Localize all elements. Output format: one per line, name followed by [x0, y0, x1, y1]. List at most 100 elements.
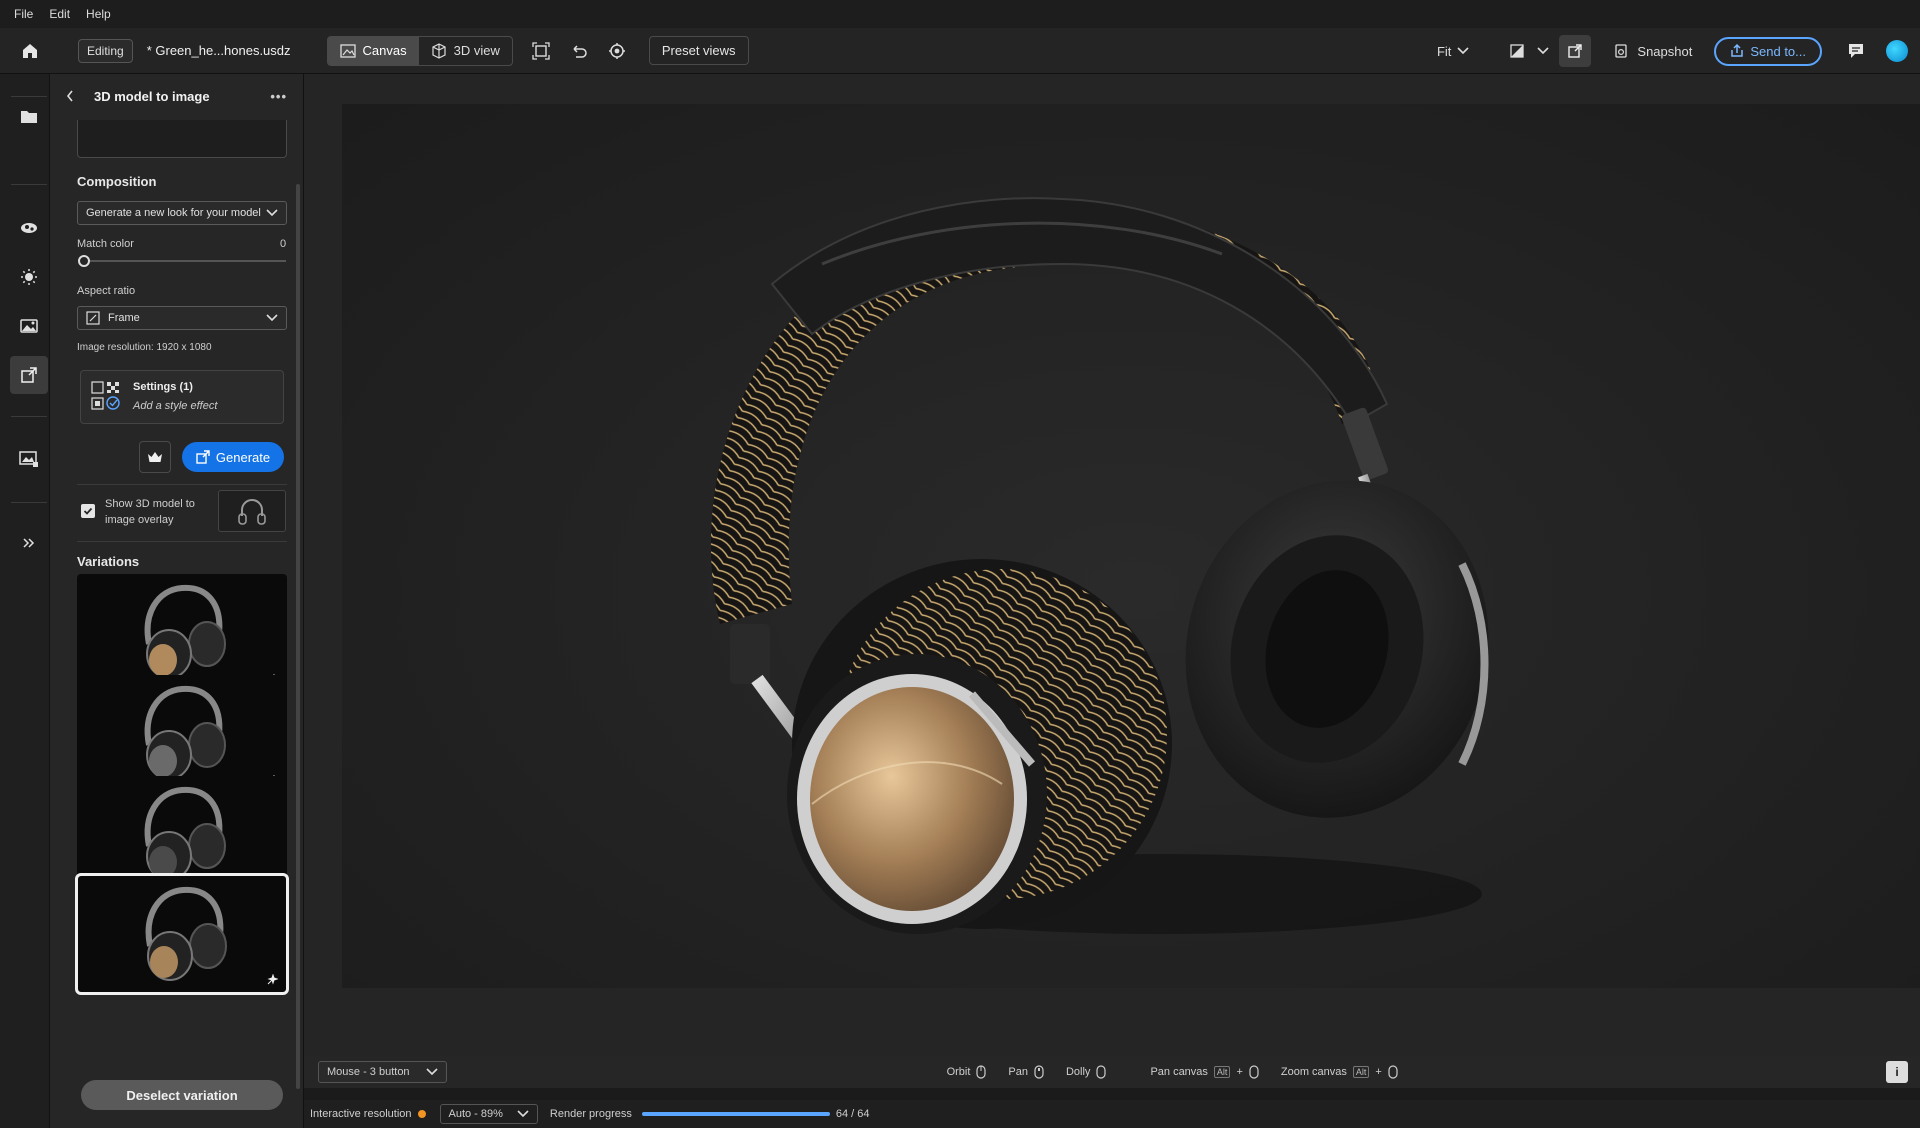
undo-camera-button[interactable]: [563, 35, 595, 67]
mouse-mode-dropdown[interactable]: Mouse - 3 button: [318, 1061, 447, 1083]
alt-key: Alt: [1352, 1066, 1370, 1078]
panel-title: 3D model to image: [94, 88, 210, 104]
generate-button[interactable]: Generate: [182, 442, 284, 472]
plus-sign: +: [1236, 1066, 1243, 1078]
panel-header: 3D model to image •••: [50, 74, 303, 118]
match-color-value: 0: [280, 238, 287, 250]
aspect-ratio-dropdown[interactable]: Frame: [77, 306, 287, 330]
canvas-tab[interactable]: Canvas: [327, 36, 419, 65]
plus-sign: +: [1375, 1066, 1382, 1078]
rail-3d-to-image-button[interactable]: [10, 356, 48, 394]
overlay-checkbox[interactable]: [81, 504, 95, 518]
back-chevron-icon[interactable]: [66, 90, 74, 102]
top-toolbar: Editing * Green_he...hones.usdz Canvas 3…: [0, 28, 1920, 74]
chevron-down-icon[interactable]: [1537, 47, 1549, 55]
send-to-button[interactable]: Send to...: [1714, 36, 1822, 66]
headphones-outline-icon: [238, 499, 266, 525]
render-progress-bar: [641, 1112, 830, 1116]
camera-settings-button[interactable]: [601, 35, 633, 67]
style-settings-card[interactable]: Settings (1) Add a style effect: [80, 370, 284, 424]
rail-render-button[interactable]: [10, 440, 48, 478]
snapshot-button[interactable]: Snapshot: [1613, 43, 1692, 59]
more-options-icon[interactable]: •••: [270, 89, 287, 104]
view-mode-switch: Canvas 3D view: [326, 35, 513, 66]
user-avatar[interactable]: [1886, 40, 1908, 62]
chevron-down-icon: [517, 1110, 529, 1118]
mouse-right-icon: [1096, 1065, 1107, 1079]
panel-divider: [77, 484, 287, 485]
orbit-label: Orbit: [946, 1066, 971, 1078]
compare-icon: [1510, 44, 1525, 58]
deselect-variation-button[interactable]: Deselect variation: [81, 1080, 283, 1110]
document-filename: * Green_he...hones.usdz: [146, 43, 291, 58]
camera-gear-icon: [608, 42, 625, 59]
status-bar: Interactive resolution Auto - 89% Render…: [304, 1100, 1920, 1128]
compare-button[interactable]: [1501, 35, 1533, 67]
style-settings-subtitle: Add a style effect: [133, 400, 218, 412]
render-progress-fill: [641, 1112, 830, 1116]
rail-materials-button[interactable]: [10, 209, 48, 247]
preset-views-button[interactable]: Preset views: [648, 36, 749, 65]
navigation-bar: Mouse - 3 button Orbit Pan Dolly Pan can…: [304, 1056, 1920, 1088]
canvas-tab-label: Canvas: [362, 43, 407, 58]
mouse-mode-value: Mouse - 3 button: [327, 1066, 410, 1078]
3d-view-tab[interactable]: 3D view: [419, 37, 512, 65]
menu-help[interactable]: Help: [86, 7, 111, 21]
menu-bar: File Edit Help: [0, 0, 1920, 28]
overlay-label-line1: Show 3D model to: [105, 498, 195, 510]
image-generate-icon: [1568, 44, 1583, 58]
rail-environment-button[interactable]: [10, 307, 48, 345]
resolution-value: Auto - 89%: [448, 1108, 503, 1120]
home-button[interactable]: [0, 28, 60, 74]
match-color-label: Match color: [77, 238, 134, 250]
rail-lighting-button[interactable]: [10, 258, 48, 296]
frame-tool-button[interactable]: [525, 35, 557, 67]
share-icon: [1731, 44, 1744, 57]
main-canvas[interactable]: [304, 74, 1920, 1056]
sun-icon: [21, 269, 37, 285]
panel-scrollbar[interactable]: [296, 184, 300, 1089]
3d-view-icon: [432, 42, 446, 59]
rail-expand-button[interactable]: [10, 524, 48, 562]
checkmark-icon: [83, 507, 93, 515]
info-icon[interactable]: i: [1886, 1061, 1908, 1083]
resolution-dropdown[interactable]: Auto - 89%: [439, 1104, 538, 1124]
undo-icon: [573, 44, 587, 58]
zoom-fit-dropdown[interactable]: Fit: [1437, 44, 1469, 59]
composition-dropdown[interactable]: Generate a new look for your model: [77, 201, 287, 225]
aspect-ratio-value: Frame: [108, 312, 140, 324]
double-chevron-right-icon: [23, 538, 35, 548]
pan-canvas-label: Pan canvas: [1150, 1066, 1208, 1078]
chevron-down-icon: [266, 209, 278, 217]
frame-ratio-icon: [86, 311, 100, 325]
alt-key: Alt: [1213, 1066, 1231, 1078]
comments-button[interactable]: [1840, 35, 1872, 67]
menu-file[interactable]: File: [14, 7, 33, 21]
snapshot-label: Snapshot: [1637, 43, 1693, 59]
send-to-label: Send to...: [1750, 43, 1806, 59]
toolbar-right: Fit Snapshot Send to...: [1437, 28, 1920, 74]
style-grid-icon: [91, 381, 120, 410]
chevron-down-icon: [425, 1068, 438, 1076]
premium-button[interactable]: [139, 441, 171, 473]
match-color-slider-track[interactable]: [86, 260, 286, 262]
render-progress-label: Render progress: [549, 1108, 632, 1120]
variation-thumbnail[interactable]: [75, 873, 289, 995]
image-resolution-text: Image resolution: 1920 x 1080: [77, 342, 212, 353]
composition-heading: Composition: [77, 174, 157, 189]
frame-icon: [532, 41, 550, 60]
render-image-icon: [19, 451, 38, 467]
environment-icon: [20, 319, 38, 333]
orbit-hint: Orbit: [947, 1065, 987, 1079]
menu-edit[interactable]: Edit: [49, 7, 70, 21]
zoom-fit-label: Fit: [1436, 43, 1452, 59]
rail-assets-button[interactable]: [10, 97, 48, 135]
overlay-preview-thumbnail[interactable]: [218, 490, 286, 532]
dolly-label: Dolly: [1065, 1066, 1091, 1078]
snapshot-icon: [1615, 44, 1628, 58]
match-color-slider-thumb[interactable]: [78, 255, 90, 267]
prompt-textarea[interactable]: [77, 120, 287, 158]
style-settings-title: Settings (1): [133, 381, 193, 393]
editing-badge: Editing: [78, 38, 133, 63]
3d-to-image-toggle[interactable]: [1559, 35, 1592, 67]
